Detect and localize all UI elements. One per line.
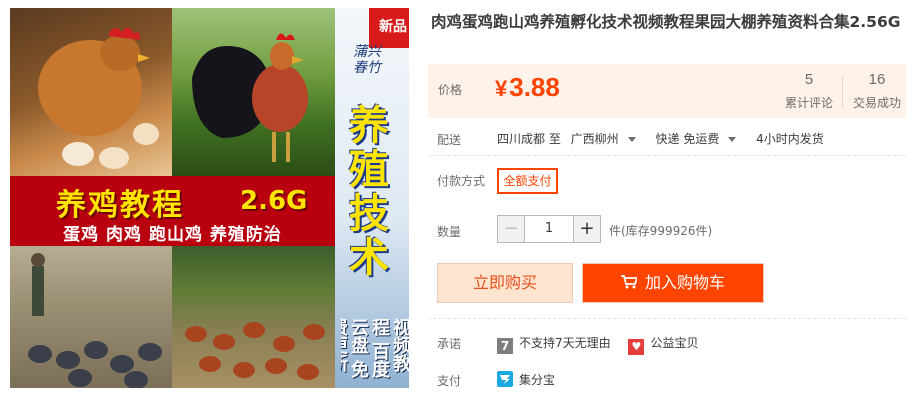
ship-to-select[interactable]: 广西柳州 <box>571 132 646 146</box>
chevron-down-icon <box>728 137 737 142</box>
no-return-icon: 7 <box>497 338 513 354</box>
no-return-text[interactable]: 不支持7天无理由 <box>519 336 611 350</box>
hens-photo <box>10 8 172 176</box>
vertical-footer: 视频教程 百度云盘 免费更新 <box>341 318 409 379</box>
trades-count: 16 <box>868 71 886 88</box>
payment-label: 付款方式 <box>437 174 486 188</box>
divider <box>428 155 906 156</box>
banner: 养鸡教程 2.6G 蛋鸡 肉鸡 跑山鸡 养殖防治 <box>10 176 335 246</box>
add-to-cart-label: 加入购物车 <box>644 273 725 292</box>
chevron-down-icon <box>627 137 636 142</box>
vertical-title: 养殖技术 <box>349 103 389 281</box>
shipping-row: 四川成都 至 广西柳州 快递 免运费 4小时内发货 <box>497 130 830 147</box>
trades-stat: 16 交易成功 <box>848 71 906 111</box>
price-amount: 3.88 <box>509 72 560 102</box>
banner-size: 2.6G <box>240 186 308 216</box>
stat-divider <box>842 76 843 108</box>
jifenbao-text[interactable]: 集分宝 <box>519 373 555 387</box>
quantity-label: 数量 <box>437 225 462 239</box>
reviews-stat[interactable]: 5 累计评论 <box>780 71 838 111</box>
quantity-decrease-button[interactable]: − <box>497 215 525 243</box>
ship-from: 四川成都 至 <box>497 132 561 146</box>
flock-photo <box>172 246 335 388</box>
ship-method-text: 快递 免运费 <box>655 132 720 146</box>
new-badge: 新品 <box>369 8 409 48</box>
buy-now-button[interactable]: 立即购买 <box>437 263 573 303</box>
pay-method-label: 支付 <box>437 374 462 388</box>
farm-illustration <box>28 253 162 388</box>
product-main-image[interactable]: 养鸡教程 2.6G 蛋鸡 肉鸡 跑山鸡 养殖防治 新品 蒲兴春竹 养殖技术 视频… <box>10 8 409 388</box>
stock-text: 件(库存999926件) <box>609 224 713 238</box>
quantity-input[interactable]: 1 <box>525 215 573 243</box>
ship-method-select[interactable]: 快递 免运费 <box>656 132 747 146</box>
divider <box>428 318 906 319</box>
price-value: ¥3.88 <box>495 72 560 103</box>
ship-to-text: 广西柳州 <box>570 132 619 146</box>
new-badge-text: 新品 <box>379 19 407 35</box>
calligraphy-text: 蒲兴春竹 <box>353 44 381 76</box>
reviews-label: 累计评论 <box>784 96 833 110</box>
currency-symbol: ¥ <box>495 76 508 101</box>
banner-subtitle: 蛋鸡 肉鸡 跑山鸡 养殖防治 <box>63 225 282 245</box>
dispatch-time: 4小时内发货 <box>756 132 824 146</box>
banner-title: 养鸡教程 <box>56 188 184 223</box>
heart-icon: ♥ <box>628 339 645 355</box>
charity-text[interactable]: 公益宝贝 <box>650 336 698 350</box>
image-side-panel: 新品 蒲兴春竹 养殖技术 视频教程 百度云盘 免费更新 <box>335 8 409 388</box>
add-to-cart-button[interactable]: 加入购物车 <box>582 263 764 303</box>
cart-icon <box>620 275 637 289</box>
flock-illustration <box>185 322 325 380</box>
hen-illustration <box>38 27 159 169</box>
rooster-illustration <box>192 33 308 162</box>
farm-photo <box>10 246 172 388</box>
promise-row: 7 不支持7天无理由 ♥ 公益宝贝 <box>497 334 698 355</box>
shipping-label: 配送 <box>437 133 462 147</box>
price-label: 价格 <box>438 83 463 97</box>
trades-label: 交易成功 <box>852 96 901 110</box>
product-title: 肉鸡蛋鸡跑山鸡养殖孵化技术视频教程果园大棚养殖资料合集2.56G <box>431 13 901 31</box>
quantity-increase-button[interactable]: + <box>573 215 601 243</box>
pay-method-row: 集分宝 <box>497 371 555 388</box>
rooster-photo <box>172 8 335 176</box>
promise-label: 承诺 <box>437 337 462 351</box>
jifenbao-icon <box>497 371 513 387</box>
price-box: 价格 ¥3.88 5 累计评论 16 交易成功 <box>428 64 906 118</box>
reviews-count: 5 <box>804 71 814 88</box>
full-payment-option[interactable]: 全额支付 <box>497 168 558 194</box>
